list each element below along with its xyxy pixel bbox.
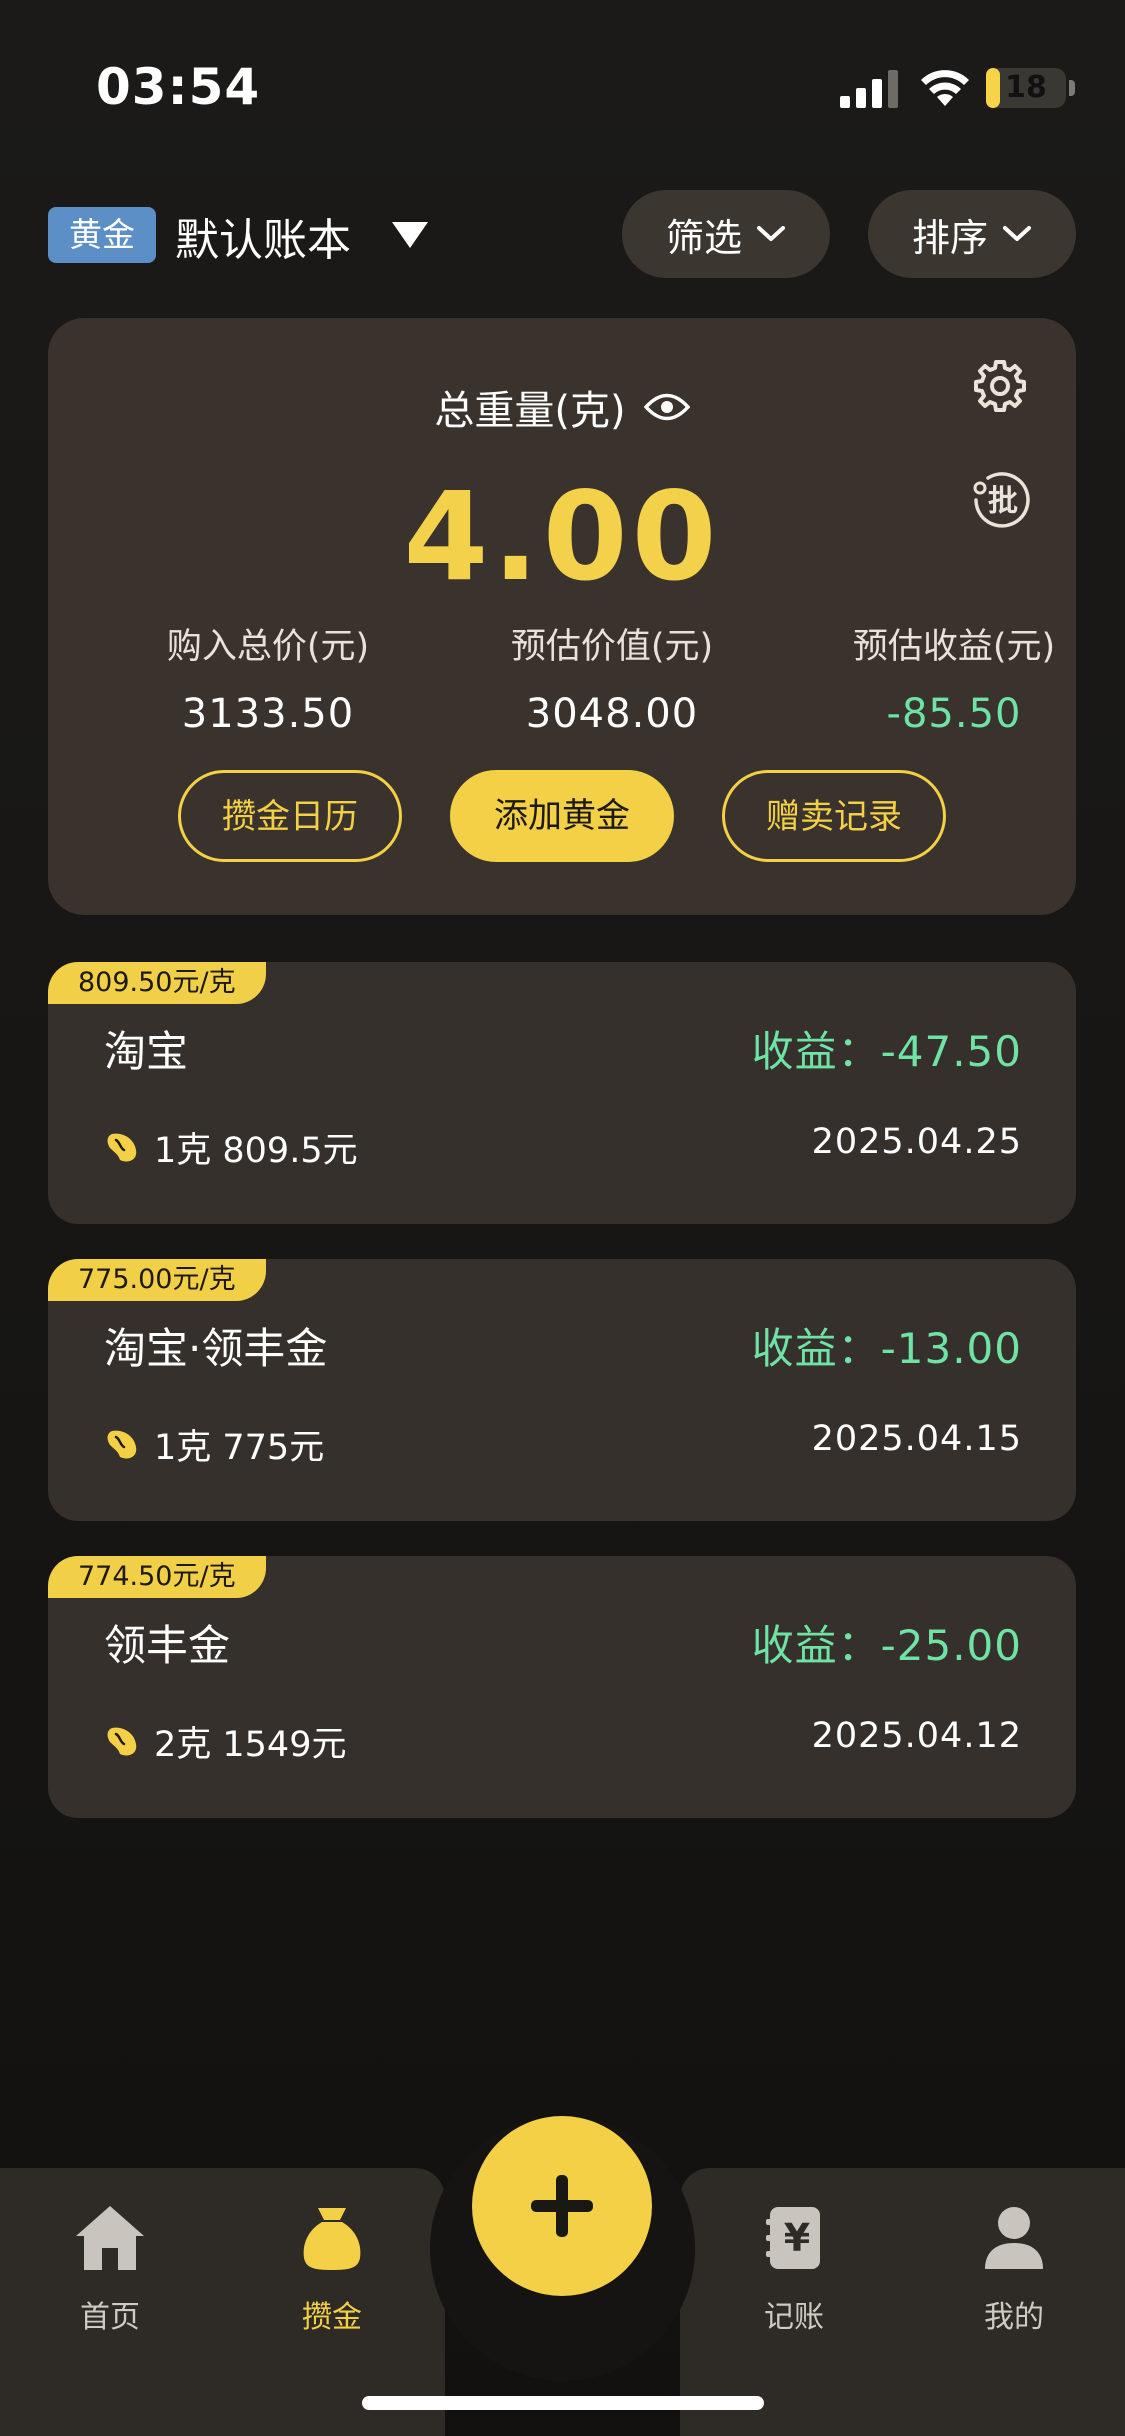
add-record-fab[interactable] — [472, 2116, 652, 2296]
battery-cap — [1069, 80, 1075, 96]
price-per-gram-tag: 774.50元/克 — [48, 1556, 266, 1598]
record-date: 2025.04.25 — [811, 1122, 1022, 1162]
stat-label: 预估价值(元) — [510, 627, 714, 667]
record-amount-row: 1克 775元 — [104, 1419, 324, 1470]
plus-icon — [531, 2175, 593, 2237]
stat-label: 预估收益(元) — [852, 627, 1056, 667]
home-indicator[interactable] — [362, 2396, 764, 2410]
tab-label: 记账 — [764, 2300, 824, 2335]
price-per-gram-tag: 775.00元/克 — [48, 1259, 266, 1301]
record-amount: 1克 809.5元 — [154, 1131, 358, 1171]
filter-button[interactable]: 筛选 — [622, 190, 830, 278]
total-weight-value: 4.00 — [403, 466, 721, 608]
home-icon — [30, 2198, 190, 2278]
record-profit: 收益：-13.00 — [751, 1324, 1022, 1373]
stat-purchase-total: 购入总价(元) 3133.50 — [98, 618, 438, 737]
account-book-title[interactable]: 默认账本 — [175, 204, 351, 268]
record-card[interactable]: 775.00元/克 淘宝·领丰金 收益：-13.00 1克 775元 2025.… — [48, 1259, 1076, 1521]
gold-bean-icon — [107, 1430, 137, 1459]
caret-down-icon[interactable] — [390, 220, 430, 250]
money-bag-icon — [252, 2198, 412, 2278]
record-profit: 收益：-47.50 — [751, 1027, 1022, 1076]
record-amount-row: 2克 1549元 — [104, 1716, 346, 1767]
record-card[interactable]: 809.50元/克 淘宝 收益：-47.50 1克 809.5元 2025.04… — [48, 962, 1076, 1224]
record-amount-row: 1克 809.5元 — [104, 1122, 358, 1173]
filter-label: 筛选 — [665, 215, 742, 260]
record-card[interactable]: 774.50元/克 领丰金 收益：-25.00 2克 1549元 2025.04… — [48, 1556, 1076, 1818]
asset-type-tag[interactable]: 黄金 — [48, 207, 156, 263]
tab-home[interactable]: 首页 — [30, 2198, 190, 2336]
tab-label: 首页 — [80, 2300, 140, 2335]
status-time: 03:54 — [96, 58, 261, 116]
record-name: 领丰金 — [104, 1621, 231, 1670]
record-date: 2025.04.12 — [811, 1716, 1022, 1756]
sort-label: 排序 — [911, 215, 988, 260]
profile-icon — [934, 2198, 1094, 2278]
calendar-button[interactable]: 攒金日历 — [178, 770, 402, 862]
battery-icon: 18 — [986, 68, 1066, 108]
tab-ledger[interactable]: ¥ 记账 — [714, 2198, 874, 2336]
price-per-gram-tag: 809.50元/克 — [48, 962, 266, 1004]
record-date: 2025.04.15 — [811, 1419, 1022, 1459]
record-amount: 1克 775元 — [154, 1428, 325, 1468]
tab-profile[interactable]: 我的 — [934, 2198, 1094, 2336]
record-name: 淘宝·领丰金 — [104, 1324, 328, 1373]
wifi-icon — [921, 70, 969, 106]
gold-bean-icon — [107, 1727, 137, 1756]
ledger-icon: ¥ — [714, 2198, 874, 2278]
record-profit: 收益：-25.00 — [751, 1621, 1022, 1670]
chevron-down-icon — [757, 226, 785, 241]
summary-card: 批 总重量(克) 4.00 购入总价(元) 3133.50 预估价值(元) 30… — [48, 318, 1076, 915]
eye-icon[interactable] — [643, 390, 690, 424]
gold-bean-icon — [107, 1133, 137, 1162]
add-gold-button[interactable]: 添加黄金 — [450, 770, 674, 862]
gold-savings-screen: 03:54 18 黄金 默认账本 筛选 排序 批 总重量(克) 4.00 购入总… — [0, 0, 1125, 2436]
sell-records-button[interactable]: 赠卖记录 — [722, 770, 946, 862]
signal-icon — [840, 70, 898, 108]
ledger-icon-glyph: ¥ — [783, 2216, 811, 2260]
status-bar: 03:54 18 — [0, 0, 1125, 170]
stat-value: 3133.50 — [181, 691, 355, 737]
tab-label: 攒金 — [302, 2300, 362, 2335]
total-weight-label: 总重量(克) — [48, 378, 1076, 436]
stat-value: -85.50 — [886, 691, 1022, 737]
header: 黄金 默认账本 筛选 排序 — [0, 190, 1125, 280]
stat-estimated-value: 预估价值(元) 3048.00 — [442, 618, 782, 737]
tab-label: 我的 — [984, 2300, 1044, 2335]
battery-percent: 18 — [1005, 70, 1047, 105]
tab-gold[interactable]: 攒金 — [252, 2198, 412, 2336]
chevron-down-icon — [1003, 226, 1031, 241]
record-name: 淘宝 — [104, 1027, 189, 1076]
total-weight-text: 总重量(克) — [434, 388, 626, 434]
sort-button[interactable]: 排序 — [868, 190, 1076, 278]
record-amount: 2克 1549元 — [154, 1725, 347, 1765]
stat-label: 购入总价(元) — [166, 627, 370, 667]
stat-estimated-profit: 预估收益(元) -85.50 — [784, 618, 1124, 737]
stat-value: 3048.00 — [525, 691, 699, 737]
